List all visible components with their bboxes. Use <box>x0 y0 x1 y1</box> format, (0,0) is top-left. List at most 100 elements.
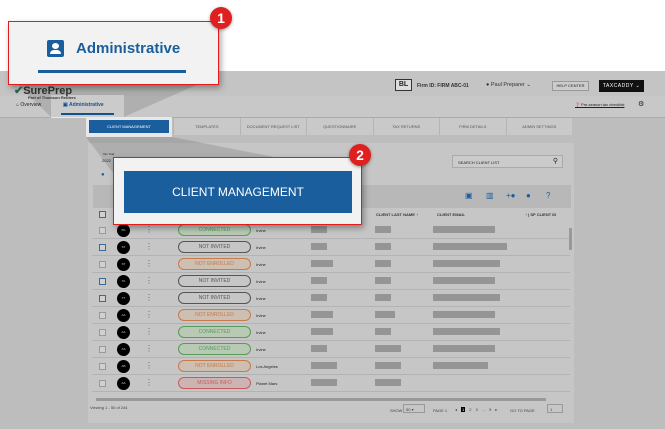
redacted-first-name <box>311 328 333 335</box>
table-row[interactable]: TA ⋮ NOT INVITED Irvine <box>92 273 570 290</box>
row-checkbox[interactable] <box>99 346 106 353</box>
avatar: AA <box>117 377 130 390</box>
tab-questionnaire[interactable]: QUESTIONNAIRE <box>306 118 373 135</box>
status-badge: CONNECTED <box>178 224 251 236</box>
vertical-scrollbar[interactable] <box>569 228 572 250</box>
col-client-email[interactable]: CLIENT EMAIL <box>437 212 465 217</box>
row-menu-icon[interactable]: ⋮ <box>145 378 153 388</box>
tab-document-request-list[interactable]: DOCUMENT REQUEST LIST <box>239 118 307 135</box>
row-menu-icon[interactable]: ⋮ <box>145 293 153 303</box>
table-row[interactable]: AS ⋮ CONNECTED Irvine <box>92 341 570 358</box>
table-row[interactable]: AA ⋮ NOT ENROLLED Irvine <box>92 307 570 324</box>
tab-tax-returns[interactable]: TAX RETURNS <box>372 118 440 135</box>
row-menu-icon[interactable]: ⋮ <box>145 344 153 354</box>
avatar: AS <box>117 343 130 356</box>
go-to-page-input[interactable]: 1 <box>547 404 563 413</box>
tax-year-label: Tax Year <box>103 152 115 156</box>
row-checkbox[interactable] <box>99 227 106 234</box>
user-menu[interactable]: ● Paul Preparer ⌄ <box>486 82 531 88</box>
table-row[interactable]: AB ⋮ NOT ENROLLED Los Angeles <box>92 358 570 375</box>
client-management-tab[interactable]: CLIENT MANAGEMENT <box>86 117 172 137</box>
page-size-select[interactable]: 50 ▾ <box>403 404 425 413</box>
home-icon: ⌂ <box>16 102 20 108</box>
columns-icon[interactable]: ▥ <box>486 191 494 200</box>
client-city: Los Angeles <box>256 364 278 369</box>
avatar: ST <box>117 241 130 254</box>
table-row[interactable]: ST ⋮ NOT INVITED Irvine <box>92 239 570 256</box>
taxcaddy-button[interactable]: TAXCADDY ⌄ <box>599 80 644 92</box>
client-city: Irvine <box>256 296 266 301</box>
redacted-email <box>433 260 500 267</box>
redacted-last-name <box>375 243 391 250</box>
redacted-email <box>433 345 495 352</box>
row-menu-icon[interactable]: ⋮ <box>145 361 153 371</box>
redacted-last-name <box>375 328 391 335</box>
status-badge: CONNECTED <box>178 343 251 355</box>
page-label: PAGE 1 <box>433 408 448 413</box>
col-sp-client-id[interactable]: ↑ | SP CLIENT ID <box>525 212 556 217</box>
tab-templates[interactable]: TEMPLATES <box>173 118 240 135</box>
row-menu-icon[interactable]: ⋮ <box>145 327 153 337</box>
row-menu-icon[interactable]: ⋮ <box>145 225 153 235</box>
search-client-input[interactable]: SEARCH CLIENT LIST ⚲ <box>452 155 563 168</box>
row-checkbox[interactable] <box>99 329 106 336</box>
row-checkbox[interactable] <box>99 363 106 370</box>
select-all-checkbox[interactable] <box>99 211 106 218</box>
status-badge: CONNECTED <box>178 326 251 338</box>
row-checkbox[interactable] <box>99 261 106 268</box>
redacted-last-name <box>375 294 391 301</box>
excel-export-icon[interactable]: ▣ <box>465 191 473 200</box>
row-menu-icon[interactable]: ⋮ <box>145 259 153 269</box>
row-menu-icon[interactable]: ⋮ <box>145 276 153 286</box>
help-center-button[interactable]: HELP CENTER <box>552 81 589 91</box>
page-5: 5 <box>489 407 492 412</box>
col-client-last-name[interactable]: CLIENT LAST NAME ↑ <box>376 212 418 217</box>
user-badge-icon: ▣ <box>63 102 68 108</box>
add-user-icon[interactable]: +● <box>506 191 516 200</box>
row-checkbox[interactable] <box>99 312 106 319</box>
callout-administrative: Administrative <box>8 21 219 85</box>
status-badge: NOT INVITED <box>178 292 251 304</box>
callout-number-2: 2 <box>349 144 371 166</box>
table-row[interactable]: TT ⋮ NOT INVITED Irvine <box>92 290 570 307</box>
redacted-email <box>433 243 507 250</box>
tab-firm-details[interactable]: FIRM DETAILS <box>439 118 506 135</box>
redacted-last-name <box>375 277 391 284</box>
administrative-label: Administrative <box>76 40 181 57</box>
table-row[interactable]: AA ⋮ CONNECTED Irvine <box>92 324 570 341</box>
show-label: SHOW <box>390 408 403 413</box>
redacted-first-name <box>311 226 327 233</box>
row-checkbox[interactable] <box>99 380 106 387</box>
status-badge: NOT INVITED <box>178 275 251 287</box>
next-page-icon: ▸ <box>495 407 498 412</box>
row-checkbox[interactable] <box>99 244 106 251</box>
row-checkbox[interactable] <box>99 278 106 285</box>
redacted-first-name <box>311 311 333 318</box>
tax-year-select[interactable]: 2022 <box>102 158 111 163</box>
avatar: AA <box>117 309 130 322</box>
nav-overview[interactable]: ⌂ Overview <box>16 102 41 108</box>
avatar: AB <box>117 360 130 373</box>
row-checkbox[interactable] <box>99 295 106 302</box>
client-management-enlarged: CLIENT MANAGEMENT <box>124 171 352 213</box>
tab-admin-settings[interactable]: ADMIN SETTINGS <box>505 118 573 135</box>
row-menu-icon[interactable]: ⋮ <box>145 242 153 252</box>
redacted-first-name <box>311 362 337 369</box>
client-city: Planet Mars <box>256 381 278 386</box>
firm-id: Firm ID: FIRM ABC-01 <box>417 83 469 89</box>
horizontal-scrollbar[interactable] <box>96 398 546 401</box>
pagination[interactable]: ◂ 1 2 3 ... 5 ▸ <box>455 407 497 412</box>
redacted-last-name <box>375 379 401 386</box>
client-city: Irvine <box>256 313 266 318</box>
settings-icon[interactable]: ⚙ <box>638 100 644 108</box>
table-row[interactable]: AA ⋮ MISSING INFO Planet Mars <box>92 375 570 392</box>
avatar: BS <box>117 224 130 237</box>
table-row[interactable]: ST ⋮ NOT ENROLLED Irvine <box>92 256 570 273</box>
row-menu-icon[interactable]: ⋮ <box>145 310 153 320</box>
add-icon[interactable]: ● <box>101 172 105 178</box>
user-settings-icon[interactable]: ● <box>526 191 531 200</box>
page-2: 2 <box>469 407 472 412</box>
help-icon[interactable]: ? <box>546 191 550 200</box>
pre-season-checklist-link[interactable]: ❓ Pre-season tax checklist <box>575 102 624 107</box>
firm-logo: BL <box>395 79 412 91</box>
